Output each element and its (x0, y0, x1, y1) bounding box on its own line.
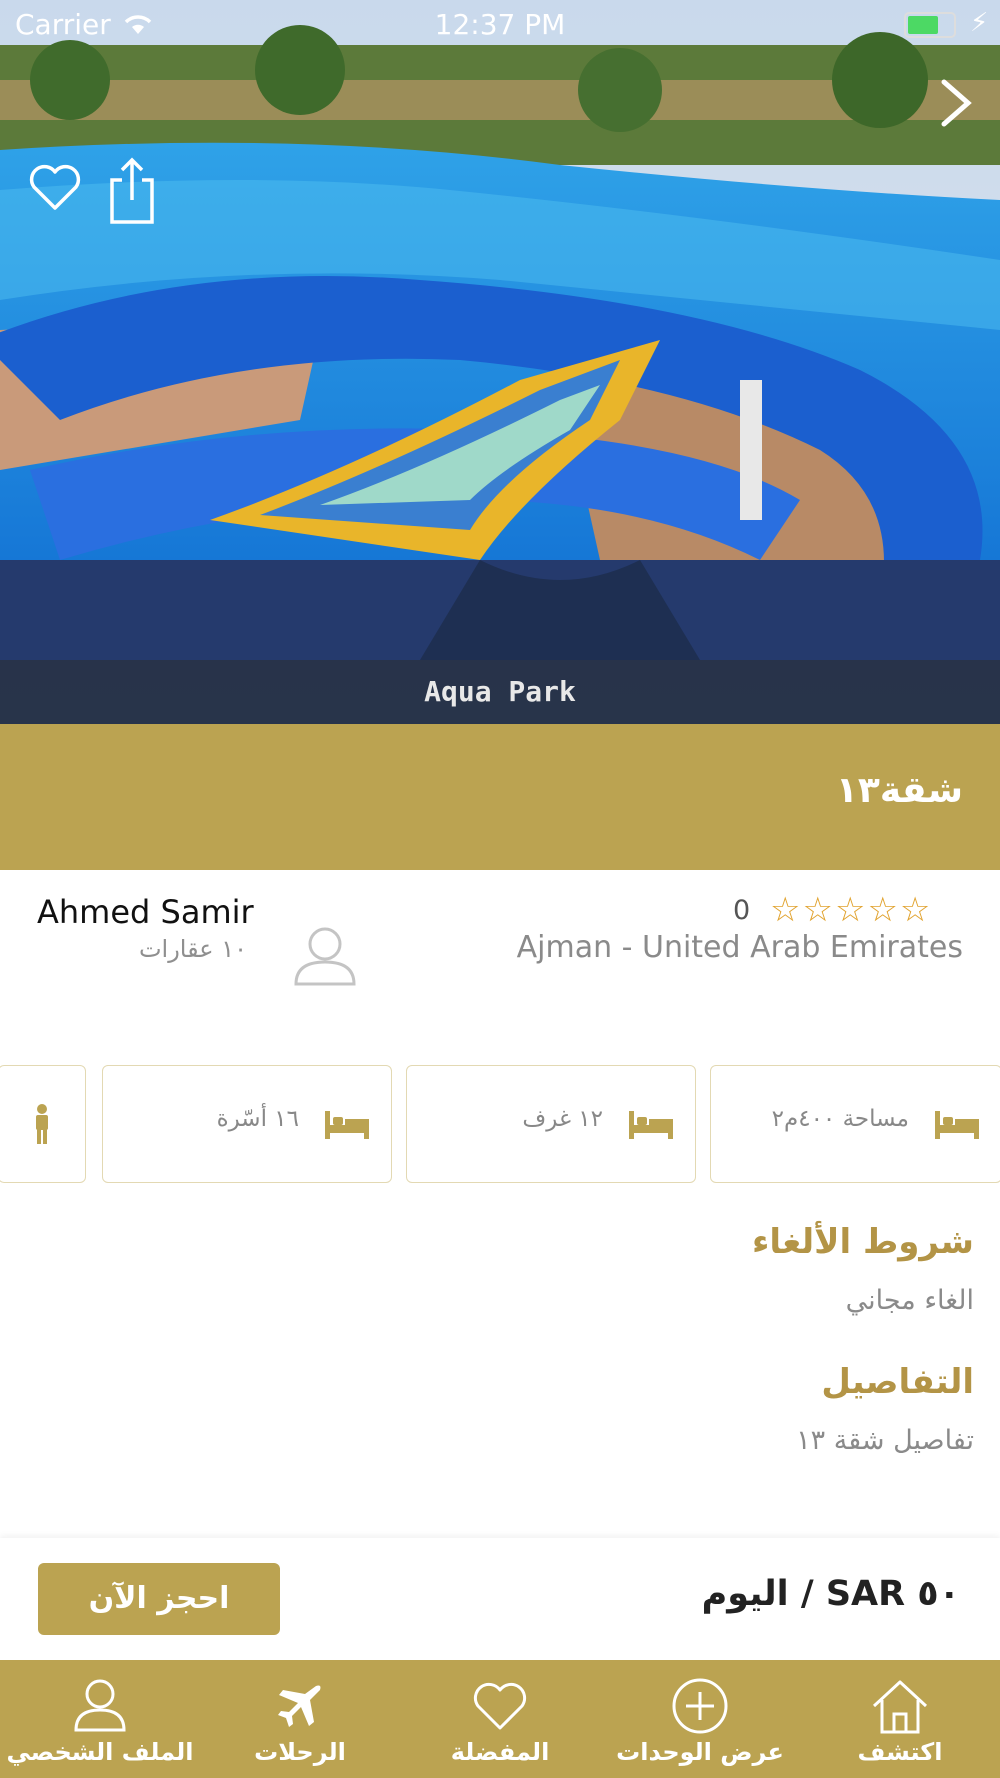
person-icon (36, 1104, 48, 1144)
bed-icon (325, 1111, 369, 1139)
rating-stars: ☆☆☆☆☆ (770, 890, 933, 930)
bed-icon (935, 1111, 979, 1139)
plane-icon (278, 1685, 321, 1727)
details-title: التفاصيل (821, 1362, 974, 1402)
feature-label: ١٦ أسّرة (216, 1106, 299, 1132)
booking-bar: احجز الآن ٥٠ SAR / اليوم (0, 1538, 1000, 1660)
tab-explore[interactable]: اكتشف (800, 1660, 1000, 1778)
next-image-chevron-icon[interactable] (938, 78, 974, 128)
favorite-heart-icon[interactable] (28, 162, 82, 212)
location-text: Ajman - United Arab Emirates (516, 930, 963, 965)
feature-card-beds: ١٦ أسّرة (102, 1065, 392, 1183)
heart-icon (473, 1682, 527, 1730)
hero-image (0, 0, 1000, 724)
plus-circle-icon (672, 1678, 728, 1734)
profile-icon (74, 1679, 126, 1732)
tab-label: الرحلات (254, 1738, 346, 1766)
feature-card-guests (0, 1065, 86, 1183)
status-bar: Carrier 12:37 PM ⚡ (0, 0, 1000, 50)
owner-name[interactable]: Ahmed Samir (37, 893, 254, 931)
feature-label: مساحة ٤٠٠م٢ (771, 1106, 909, 1132)
feature-card-rooms: ١٢ غرف (406, 1065, 696, 1183)
rating-count: 0 (733, 895, 751, 926)
home-icon (872, 1680, 928, 1734)
tab-label: الملف الشخصي (6, 1738, 194, 1766)
tab-label: اكتشف (857, 1738, 943, 1766)
feature-card-area: مساحة ٤٠٠م٢ (710, 1065, 1000, 1183)
listing-title-band: شقة١٣ (0, 724, 1000, 870)
cancellation-text: الغاء مجاني (845, 1285, 974, 1316)
owner-properties-count: ١٠ عقارات (138, 935, 247, 963)
avatar-icon[interactable] (292, 924, 358, 986)
tab-favorites[interactable]: المفضلة (400, 1660, 600, 1778)
share-icon[interactable] (108, 156, 156, 226)
listing-title: شقة١٣ (835, 770, 963, 811)
price-per-day: ٥٠ SAR / اليوم (701, 1574, 960, 1614)
tab-list-units[interactable]: عرض الوحدات (600, 1660, 800, 1778)
feature-label: ١٢ غرف (522, 1106, 603, 1132)
details-text: تفاصيل شقة ١٣ (796, 1425, 974, 1456)
tab-label: عرض الوحدات (616, 1738, 784, 1766)
tab-trips[interactable]: الرحلات (200, 1660, 400, 1778)
hero-photo (0, 0, 1000, 724)
tab-profile[interactable]: الملف الشخصي (0, 1660, 200, 1778)
battery-icon (904, 12, 956, 38)
bed-icon (629, 1111, 673, 1139)
status-time: 12:37 PM (434, 8, 566, 41)
charging-icon: ⚡ (970, 8, 989, 38)
tab-label: المفضلة (450, 1738, 550, 1766)
cancellation-title: شروط الألغاء (752, 1222, 974, 1262)
image-caption: Aqua Park (0, 660, 1000, 724)
tab-bar: الملف الشخصي الرحلات المفضلة عرض الوحدات… (0, 1660, 1000, 1778)
book-now-button[interactable]: احجز الآن (38, 1563, 280, 1635)
